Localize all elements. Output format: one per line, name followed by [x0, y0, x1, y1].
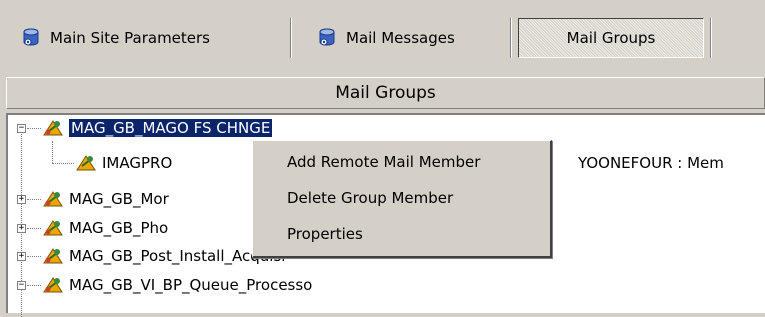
tree-item-group[interactable]: MAG_GB_Pho [41, 217, 168, 239]
menu-item-label: Add Remote Mail Member [287, 153, 481, 171]
mail-group-icon [43, 220, 63, 236]
mail-group-icon [43, 248, 63, 264]
tree-line [52, 141, 53, 163]
tree-item-label: MAG_GB_Mor [69, 190, 169, 208]
tree-item-label: MAG_GB_Pho [69, 219, 169, 237]
tree-line [27, 199, 41, 200]
tree-item-label: MAG_GB_MAGO FS CHNGE [69, 119, 273, 137]
collapse-toggle[interactable]: − [17, 281, 26, 290]
expand-toggle[interactable]: + [17, 224, 26, 233]
panel-title: Mail Groups [335, 83, 436, 103]
tree-item-group[interactable]: MAG_GB_VI_BP_Queue_Processo [41, 274, 312, 296]
mail-group-icon [43, 191, 63, 207]
database-icon [319, 28, 335, 46]
expand-toggle[interactable]: + [17, 252, 26, 261]
tree-item-member[interactable]: IMAGPRO [74, 152, 172, 174]
tree-item-group[interactable]: MAG_GB_Post_Install_Acquisi [41, 245, 285, 267]
mail-messages-button[interactable]: Mail Messages [316, 18, 455, 58]
collapse-toggle[interactable]: − [17, 124, 26, 133]
tree-line [27, 285, 41, 286]
toolbar-separator [510, 18, 512, 58]
mail-messages-label: Mail Messages [346, 29, 455, 47]
mail-group-icon [43, 120, 63, 136]
menu-item-properties[interactable]: Properties [253, 219, 549, 249]
menu-item-delete-group-member[interactable]: Delete Group Member [253, 183, 549, 213]
tree-item-group[interactable]: MAG_GB_MAGO FS CHNGE [41, 117, 273, 139]
tree-line [27, 128, 41, 129]
main-site-parameters-label: Main Site Parameters [50, 29, 210, 47]
tree-line [27, 228, 41, 229]
context-menu: Add Remote Mail Member Delete Group Memb… [252, 140, 552, 258]
menu-item-label: Delete Group Member [287, 189, 454, 207]
tree-line [27, 256, 41, 257]
mail-member-icon [76, 155, 96, 171]
main-site-parameters-button[interactable]: Main Site Parameters [20, 18, 210, 58]
panel-header: Mail Groups [6, 77, 765, 109]
mail-group-icon [43, 277, 63, 293]
menu-item-add-remote-mail-member[interactable]: Add Remote Mail Member [253, 147, 549, 177]
toolbar: Main Site Parameters Mail Messages Mail … [0, 0, 765, 80]
tree-item-member-suffix: YOONEFOUR : Mem [578, 152, 724, 174]
expand-toggle[interactable]: + [17, 195, 26, 204]
tree-item-suffix: YOONEFOUR : Mem [578, 154, 724, 172]
mail-groups-label: Mail Groups [566, 29, 656, 47]
toolbar-separator [710, 18, 712, 58]
tree-line [52, 163, 74, 164]
database-icon [23, 28, 39, 46]
mail-groups-button[interactable]: Mail Groups [518, 18, 704, 58]
toolbar-separator [290, 18, 292, 58]
tree-item-label: MAG_GB_VI_BP_Queue_Processo [69, 276, 313, 294]
tree-item-label: IMAGPRO [102, 154, 173, 172]
menu-item-label: Properties [287, 225, 363, 243]
tree-item-group[interactable]: MAG_GB_Mor [41, 188, 169, 210]
